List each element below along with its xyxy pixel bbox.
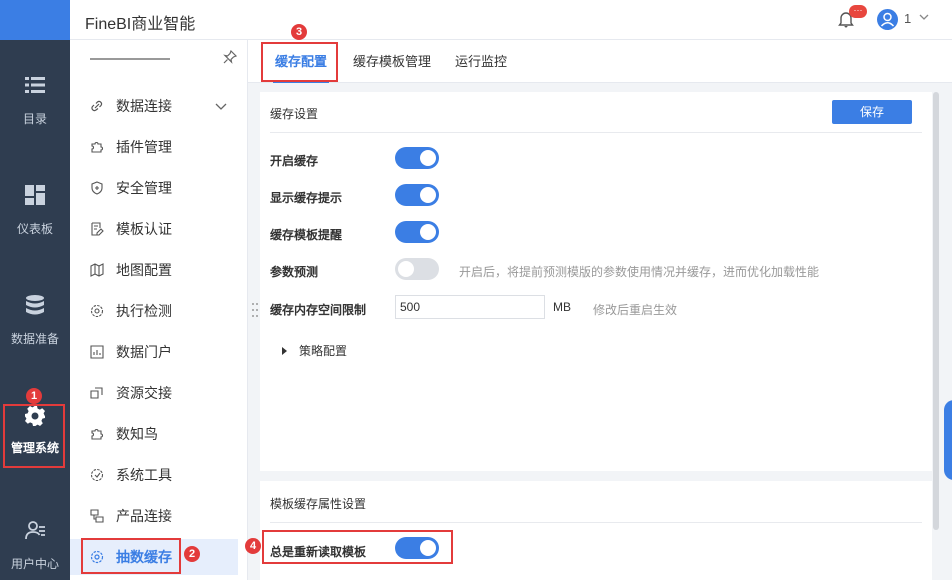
caret-right-icon: [282, 346, 287, 355]
connect-icon: [90, 509, 104, 523]
submenu-item-shuzhiniao[interactable]: 数知鸟: [70, 417, 247, 451]
submenu-label: 资源交接: [116, 385, 172, 401]
show-cache-tip-toggle[interactable]: [395, 184, 439, 206]
drag-handle-icon[interactable]: [251, 302, 259, 318]
database-icon: [26, 294, 44, 314]
submenu-label: 数知鸟: [116, 426, 158, 442]
map-icon: [90, 263, 104, 277]
cog-check-icon: [90, 304, 104, 318]
tab-cache-template[interactable]: 缓存模板管理: [353, 40, 431, 83]
divider: [270, 522, 922, 523]
submenu-label: 数据连接: [116, 98, 172, 114]
param-prediction-hint: 开启后，将提前预测模版的参数使用情况并缓存，进而优化加载性能: [459, 265, 820, 279]
submenu-item-data-portal[interactable]: 数据门户: [70, 335, 247, 369]
admin-submenu: 数据连接 插件管理 安全管理 模板认证 地图配置 执行检测 数据门户 资源交接 …: [70, 40, 248, 580]
tab-bar: 缓存配置 缓存模板管理 运行监控: [248, 40, 952, 83]
user-avatar-icon: [880, 12, 895, 27]
setting-label: 参数预测: [270, 265, 319, 279]
submenu-item-template-cert[interactable]: 模板认证: [70, 212, 247, 246]
nav-item-data-prep[interactable]: 数据准备: [0, 275, 70, 365]
submenu-label: 插件管理: [116, 139, 172, 155]
nav-label: 目录: [22, 111, 47, 126]
setting-label: 开启缓存: [270, 154, 319, 168]
submenu-label: 系统工具: [116, 467, 172, 483]
param-prediction-toggle[interactable]: [395, 258, 439, 280]
link-icon: [91, 100, 103, 112]
annotation-number-1: 1: [26, 388, 42, 404]
annotation-box-1: [3, 404, 65, 468]
nav-label: 数据准备: [10, 331, 59, 346]
chevron-down-icon: [215, 103, 227, 110]
cache-template-reminder-toggle[interactable]: [395, 221, 439, 243]
strategy-label: 策略配置: [299, 344, 348, 358]
submenu-item-map-config[interactable]: 地图配置: [70, 253, 247, 287]
annotation-box-4: [262, 530, 453, 564]
submenu-label: 模板认证: [116, 221, 172, 237]
chevron-down-icon[interactable]: [918, 11, 930, 23]
strategy-config-toggle[interactable]: 策略配置: [282, 342, 347, 359]
user-name[interactable]: 1: [904, 11, 911, 26]
submenu-label: 安全管理: [116, 180, 172, 196]
submenu-item-exec-check[interactable]: 执行检测: [70, 294, 247, 328]
side-panel-handle[interactable]: [944, 400, 952, 480]
notification-badge: ···: [849, 5, 867, 18]
nav-label: 用户中心: [10, 556, 59, 571]
submenu-item-product-connect[interactable]: 产品连接: [70, 499, 247, 533]
tool-icon: [90, 468, 104, 482]
submenu-item-system-tools[interactable]: 系统工具: [70, 458, 247, 492]
memory-unit: MB: [553, 300, 571, 314]
dashboard-icon: [25, 184, 45, 205]
tab-run-monitor[interactable]: 运行监控: [455, 40, 507, 83]
enable-cache-toggle[interactable]: [395, 147, 439, 169]
puzzle-icon: [91, 429, 103, 440]
scrolled-item-fragment: [90, 54, 170, 60]
memory-limit-input[interactable]: [395, 295, 545, 319]
submenu-label: 执行检测: [116, 303, 172, 319]
list-icon: [25, 76, 45, 93]
app-title: FineBI商业智能: [85, 16, 196, 33]
submenu-label: 产品连接: [116, 508, 172, 524]
portal-icon: [90, 345, 104, 359]
pin-icon[interactable]: [223, 50, 237, 64]
submenu-label: 地图配置: [116, 262, 172, 278]
submenu-item-plugin[interactable]: 插件管理: [70, 130, 247, 164]
exchange-icon: [90, 387, 103, 399]
annotation-number-4: 4: [245, 538, 261, 554]
left-nav: 目录 仪表板 数据准备 管理系统 用户中心: [0, 0, 70, 580]
user-icon: [25, 520, 45, 539]
setting-label: 缓存模板提醒: [270, 228, 343, 242]
certificate-icon: [91, 222, 104, 236]
submenu-item-security[interactable]: 安全管理: [70, 171, 247, 205]
scrollbar[interactable]: [933, 92, 939, 530]
nav-item-user-center[interactable]: 用户中心: [0, 500, 70, 580]
section-title: 模板缓存属性设置: [270, 497, 367, 511]
section-title: 缓存设置: [270, 107, 319, 121]
submenu-label: 数据门户: [116, 344, 172, 360]
divider: [270, 132, 922, 133]
top-header: FineBI商业智能 ··· 1: [70, 0, 952, 40]
setting-label: 缓存内存空间限制: [270, 303, 367, 317]
nav-label: 仪表板: [16, 221, 53, 236]
annotation-box-3: [261, 42, 338, 82]
submenu-item-data-connection[interactable]: 数据连接: [70, 89, 247, 123]
logo-area: [0, 0, 70, 40]
setting-label: 显示缓存提示: [270, 191, 343, 205]
nav-item-dashboard[interactable]: 仪表板: [0, 165, 70, 255]
restart-hint: 修改后重启生效: [593, 303, 678, 317]
annotation-number-3: 3: [291, 24, 307, 40]
nav-item-catalog[interactable]: 目录: [0, 55, 70, 145]
annotation-box-2: [81, 538, 181, 574]
save-button[interactable]: 保存: [832, 100, 912, 124]
cache-settings-panel: 缓存设置 保存 开启缓存 显示缓存提示 缓存模板提醒 参数预测 开启后，将提前预…: [260, 92, 932, 471]
puzzle-icon: [91, 142, 103, 153]
submenu-item-resource-handover[interactable]: 资源交接: [70, 376, 247, 410]
avatar[interactable]: [877, 9, 898, 30]
annotation-number-2: 2: [184, 546, 200, 562]
shield-icon: [91, 181, 103, 195]
